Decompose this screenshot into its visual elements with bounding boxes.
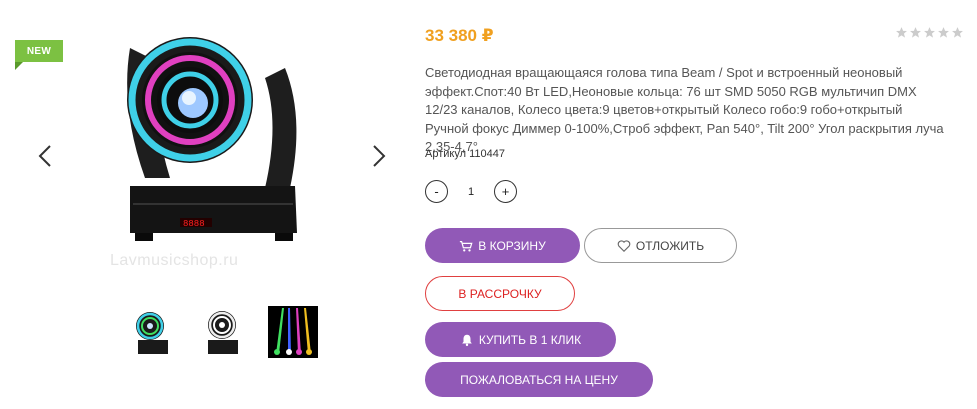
bell-icon xyxy=(460,333,474,347)
quantity-decrease-button[interactable]: - xyxy=(425,180,448,203)
installment-label: В РАССРОЧКУ xyxy=(458,286,542,301)
thumbnail-3[interactable] xyxy=(268,306,318,358)
quantity-input[interactable] xyxy=(448,185,494,198)
add-to-cart-button[interactable]: В КОРЗИНУ xyxy=(425,228,580,263)
thumbnail-strip xyxy=(128,306,318,358)
svg-text:8888: 8888 xyxy=(183,219,205,229)
product-price: 33 380 ₽ xyxy=(425,26,494,45)
rating-stars[interactable] xyxy=(895,26,964,39)
star-icon xyxy=(938,27,949,38)
buy-one-click-label: КУПИТЬ В 1 КЛИК xyxy=(478,332,582,347)
prev-image-button[interactable] xyxy=(35,143,55,169)
star-icon xyxy=(910,27,921,38)
heart-icon xyxy=(617,239,631,253)
chevron-left-icon xyxy=(38,145,51,167)
new-badge: NEW xyxy=(15,40,63,70)
cart-icon xyxy=(459,239,473,253)
star-icon xyxy=(952,27,963,38)
product-sku: Артикул 110447 xyxy=(425,148,505,160)
postpone-button[interactable]: ОТЛОЖИТЬ xyxy=(584,228,737,263)
next-image-button[interactable] xyxy=(369,143,389,169)
quantity-stepper: - + xyxy=(425,180,517,203)
image-watermark: Lavmusicshop.ru xyxy=(110,252,239,269)
add-to-cart-label: В КОРЗИНУ xyxy=(478,238,546,253)
complain-price-button[interactable]: ПОЖАЛОВАТЬСЯ НА ЦЕНУ xyxy=(425,362,653,397)
buy-one-click-button[interactable]: КУПИТЬ В 1 КЛИК xyxy=(425,322,616,357)
thumbnail-2[interactable] xyxy=(198,306,248,358)
postpone-label: ОТЛОЖИТЬ xyxy=(635,238,705,253)
installment-button[interactable]: В РАССРОЧКУ xyxy=(425,276,575,311)
product-main-image[interactable]: 8888 xyxy=(105,28,320,278)
thumbnail-1[interactable] xyxy=(128,306,178,358)
complain-price-label: ПОЖАЛОВАТЬСЯ НА ЦЕНУ xyxy=(460,372,618,387)
new-badge-label: NEW xyxy=(26,45,52,57)
product-description: Светодиодная вращающаяся голова типа Bea… xyxy=(425,65,944,154)
quantity-increase-button[interactable]: + xyxy=(494,180,517,203)
star-icon xyxy=(924,27,935,38)
star-icon xyxy=(896,27,907,38)
chevron-right-icon xyxy=(373,145,386,167)
